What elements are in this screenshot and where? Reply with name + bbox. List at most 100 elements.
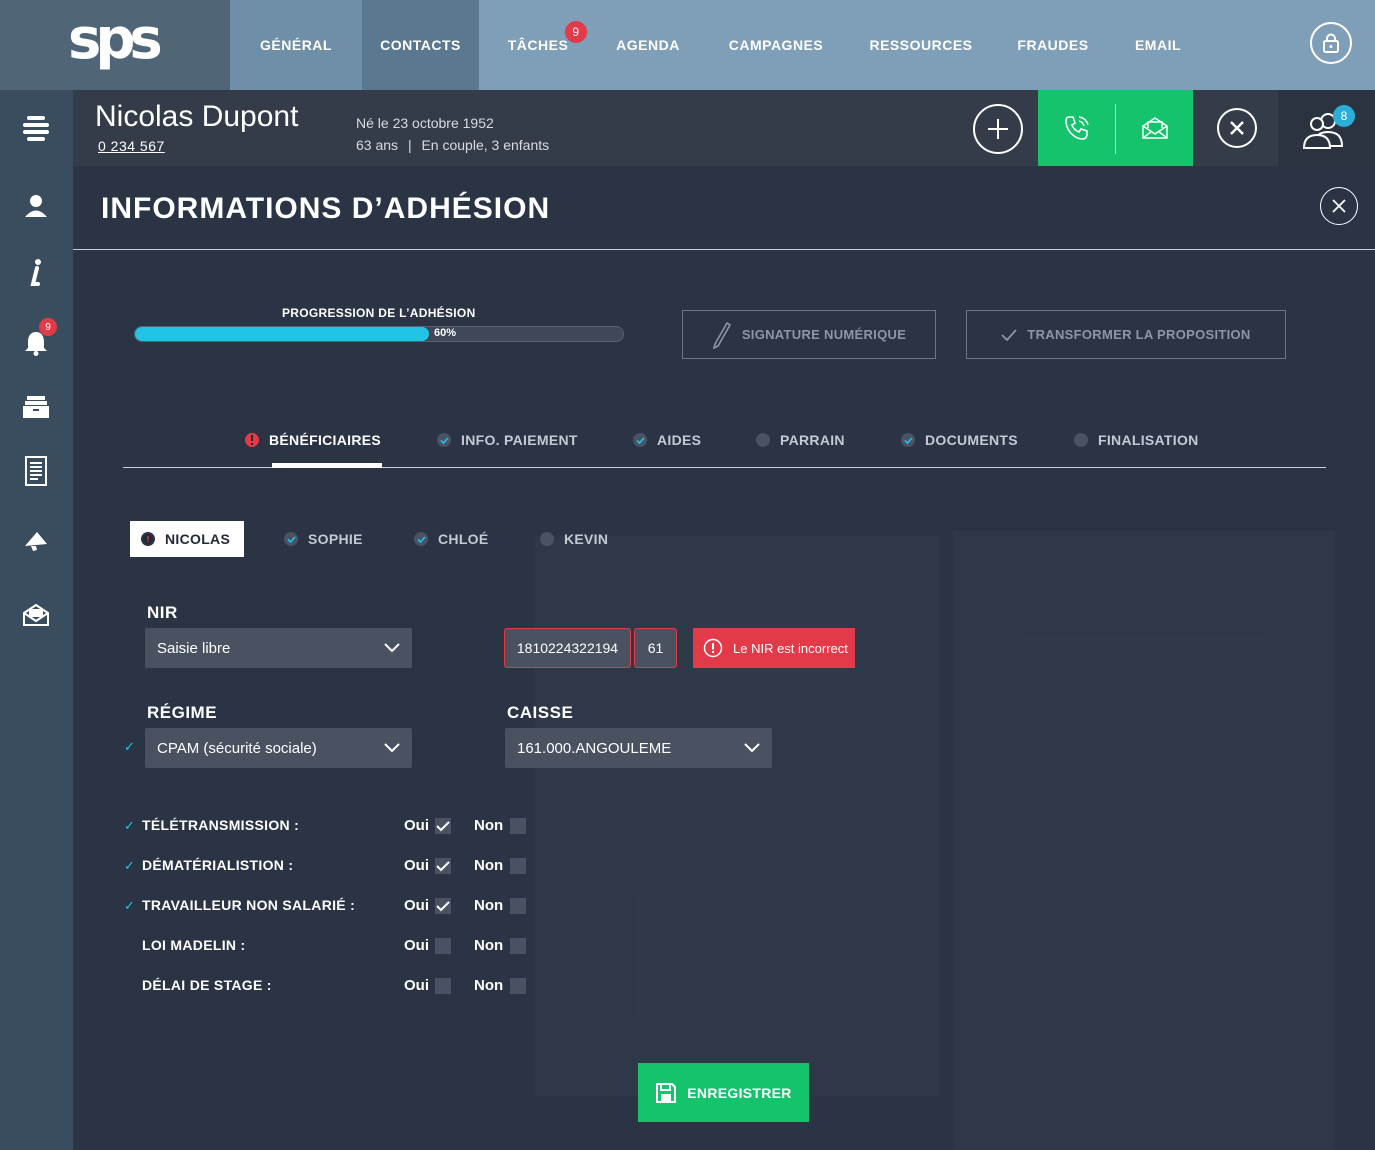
menu-icon[interactable]: [17, 110, 55, 148]
error-icon: [141, 532, 155, 546]
nav-ressources[interactable]: RESSOURCES: [853, 0, 989, 90]
tab-documents[interactable]: DOCUMENTS: [901, 432, 1018, 448]
background-card: [953, 531, 1335, 1150]
folders-icon[interactable]: [17, 388, 55, 426]
non-checkbox[interactable]: [510, 858, 526, 874]
phone-icon: [1064, 116, 1089, 140]
contact-details: 63 ans | En couple, 3 enfants: [356, 134, 549, 156]
nir-error-message: Le NIR est incorrect: [693, 628, 855, 668]
non-label: Non: [474, 937, 504, 954]
alert-circle-icon: [703, 638, 723, 658]
oui-checkbox[interactable]: [435, 898, 451, 914]
error-icon: [245, 433, 259, 447]
nav-email[interactable]: EMAIL: [1117, 0, 1199, 90]
envelope-icon: [1141, 117, 1168, 139]
check-icon: [633, 433, 647, 447]
check-icon: [901, 433, 915, 447]
app-logo[interactable]: sps: [68, 10, 163, 70]
option-valid-check-icon: ✓: [124, 858, 135, 873]
check-icon: [414, 532, 428, 546]
non-label: Non: [474, 977, 504, 994]
person-tab-chloe[interactable]: CHLOÉ: [414, 521, 489, 557]
oui-checkbox[interactable]: [435, 978, 451, 994]
oui-checkbox[interactable]: [435, 938, 451, 954]
nir-key-input[interactable]: 61: [634, 628, 677, 668]
chevron-down-icon: [744, 743, 760, 753]
person-tab-sophie[interactable]: SOPHIE: [284, 521, 363, 557]
non-checkbox[interactable]: [510, 818, 526, 834]
user-icon[interactable]: [17, 187, 55, 225]
regime-valid-check-icon: ✓: [124, 739, 135, 754]
top-navigation-bar: sps GÉNÉRAL CONTACTS TÂCHES 9 AGENDA CAM…: [0, 0, 1375, 90]
title-divider: [73, 249, 1375, 250]
caisse-select[interactable]: 161.000.ANGOULEME: [505, 728, 772, 768]
contact-header: Nicolas Dupont 0 234 567 Né le 23 octobr…: [73, 90, 1375, 174]
close-contact-button[interactable]: [1217, 108, 1257, 148]
meta-separator: |: [407, 137, 412, 153]
nir-number-input[interactable]: 1810224322194: [504, 628, 631, 668]
tab-parrain[interactable]: PARRAIN: [756, 432, 845, 448]
nir-mode-select[interactable]: Saisie libre: [145, 628, 412, 668]
call-button[interactable]: [1038, 90, 1115, 166]
option-valid-check-icon: ✓: [124, 818, 135, 833]
empty-status-icon: [1074, 433, 1088, 447]
tab-info-paiement[interactable]: INFO. PAIEMENT: [437, 432, 578, 448]
nav-campagnes[interactable]: CAMPAGNES: [699, 0, 853, 90]
progress-label: PROGRESSION DE L’ADHÉSION: [282, 306, 476, 320]
non-checkbox[interactable]: [510, 978, 526, 994]
nav-general[interactable]: GÉNÉRAL: [230, 0, 362, 90]
adhesion-modal: INFORMATIONS D’ADHÉSION PROGRESSION DE L…: [73, 166, 1375, 1150]
nav-taches[interactable]: TÂCHES 9: [479, 0, 597, 90]
nav-contacts[interactable]: CONTACTS: [362, 0, 479, 90]
person-tab-kevin[interactable]: KEVIN: [540, 521, 608, 557]
tasks-count-badge: 9: [565, 21, 587, 43]
transform-proposal-button[interactable]: TRANSFORMER LA PROPOSITION: [966, 310, 1286, 359]
save-button[interactable]: ENREGISTRER: [638, 1063, 809, 1122]
chevron-down-icon: [384, 643, 400, 653]
contact-id-link[interactable]: 0 234 567: [98, 138, 165, 154]
contact-actions: [1038, 90, 1193, 174]
bell-icon[interactable]: 9: [17, 318, 57, 362]
check-icon: [1001, 328, 1018, 341]
oui-checkbox[interactable]: [435, 858, 451, 874]
regime-select[interactable]: CPAM (sécurité sociale): [145, 728, 412, 768]
tab-beneficiaires[interactable]: BÉNÉFICIAIRES: [245, 432, 381, 448]
plus-icon: [988, 119, 1008, 139]
checkmark-icon: [436, 820, 450, 831]
lock-button[interactable]: [1310, 22, 1352, 64]
caisse-label: CAISSE: [507, 703, 574, 722]
nav-agenda[interactable]: AGENDA: [597, 0, 699, 90]
oui-checkbox[interactable]: [435, 818, 451, 834]
non-checkbox[interactable]: [510, 898, 526, 914]
tab-aides[interactable]: AIDES: [633, 432, 701, 448]
modal-close-button[interactable]: [1320, 187, 1358, 225]
digital-signature-button[interactable]: SIGNATURE NUMÉRIQUE: [682, 310, 936, 359]
mail-button[interactable]: [1116, 90, 1193, 166]
info-icon[interactable]: [17, 253, 55, 291]
contact-birthdate: Né le 23 octobre 1952: [356, 115, 494, 131]
contact-family: En couple, 3 enfants: [421, 137, 550, 153]
non-label: Non: [474, 817, 504, 834]
option-label: LOI MADELIN :: [142, 937, 246, 953]
add-button[interactable]: [973, 104, 1023, 154]
non-label: Non: [474, 857, 504, 874]
users-button[interactable]: 8: [1278, 90, 1375, 166]
document-icon[interactable]: [17, 452, 55, 490]
background-card: [534, 536, 939, 1096]
tab-finalisation[interactable]: FINALISATION: [1074, 432, 1199, 448]
person-tab-nicolas[interactable]: NICOLAS: [130, 521, 245, 557]
check-icon: [437, 433, 451, 447]
nav-fraudes[interactable]: FRAUDES: [989, 0, 1117, 90]
megaphone-icon[interactable]: [17, 522, 55, 560]
regime-label: RÉGIME: [147, 703, 218, 722]
close-icon: [1230, 121, 1244, 135]
mail-icon[interactable]: [17, 596, 55, 634]
pen-icon: [712, 321, 731, 349]
nir-label: NIR: [147, 603, 178, 622]
floppy-disk-icon: [656, 1082, 677, 1103]
empty-status-icon: [756, 433, 770, 447]
progress-fill: [135, 327, 429, 341]
logo-area[interactable]: sps: [0, 0, 230, 90]
non-checkbox[interactable]: [510, 938, 526, 954]
contact-name: Nicolas Dupont: [95, 100, 299, 133]
